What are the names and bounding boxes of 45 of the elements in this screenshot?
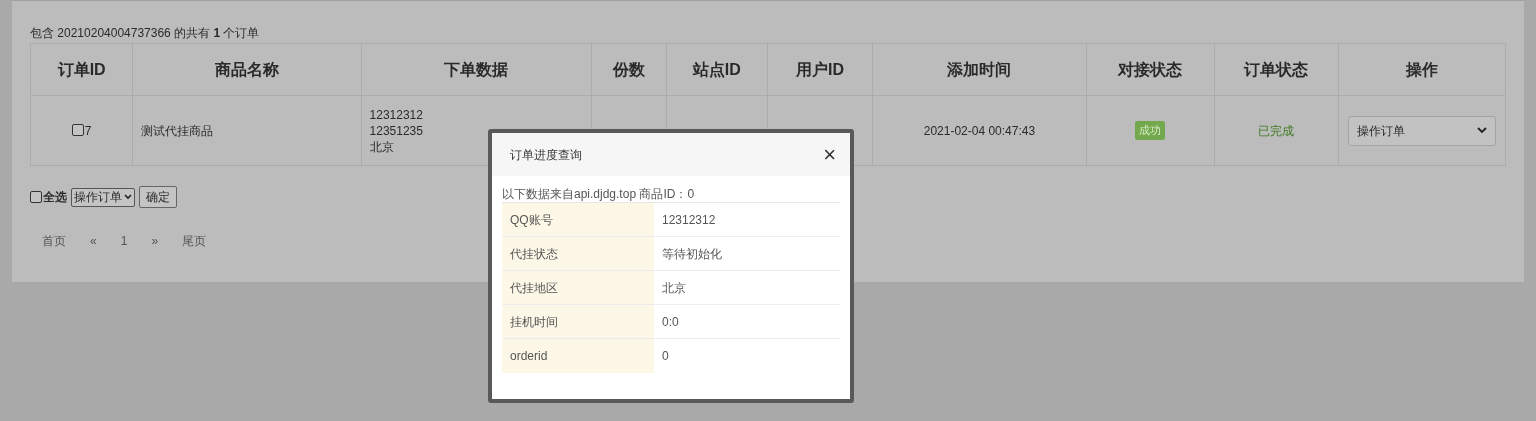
chevron-down-icon [124,194,132,200]
pagination-link[interactable]: 尾页 [170,228,219,254]
field-value: 北京 [661,279,686,297]
field-label: 代挂地区 [502,271,654,304]
chevron-down-icon [1477,127,1487,134]
data-source-note: 以下数据来自api.djdg.top 商品ID：0 [501,186,696,202]
field-label: orderid [502,339,654,373]
pagination-link[interactable]: « [78,228,109,254]
confirm-button[interactable]: 确定 [139,186,177,208]
pagination-link[interactable]: 首页 [30,228,78,254]
order-data-line: 12312312 [369,106,423,123]
field-label: 挂机时间 [502,305,654,338]
column-header: 份数 [591,43,667,96]
order-summary: 包含 20210204004737366 的共有 1 个订单 [30,25,261,41]
column-header: 订单ID [30,43,133,96]
column-header: 商品名称 [132,43,362,96]
modal-title: 订单进度查询 [510,146,582,164]
column-header: 订单状态 [1214,43,1339,96]
order-status: 已完成 [1214,95,1339,166]
close-button[interactable]: × [823,143,836,166]
column-header: 站点ID [666,43,768,96]
order-data-line: 12351235 [369,122,423,139]
field-value: 12312312 [661,211,716,229]
action-select[interactable]: 操作订单 [1347,115,1496,146]
checkbox[interactable] [71,123,84,136]
column-header: 操作 [1338,43,1506,96]
field-label: QQ账号 [502,203,654,236]
table-cell: 2021-02-04 00:47:43 [872,95,1087,166]
field-value: 等待初始化 [661,245,722,263]
column-header: 用户ID [767,43,873,96]
field-value: 0 [661,348,669,365]
pagination-link[interactable]: » [139,228,171,254]
checkbox[interactable] [30,191,42,203]
field-label: 代挂状态 [502,237,654,270]
order-id: 7 [84,123,92,138]
column-header: 对接状态 [1086,43,1215,96]
table-cell: 测试代挂商品 [132,95,362,166]
status-badge: 成功 [1135,121,1166,140]
order-data-line: 北京 [369,138,394,155]
select-all-label: 全选 [43,189,67,206]
pagination-link[interactable]: 1 [108,228,140,254]
column-header: 添加时间 [872,43,1087,96]
column-header: 下单数据 [361,43,592,96]
bulk-action-select[interactable]: 操作订单 [71,187,135,207]
field-value: 0:0 [661,313,679,331]
